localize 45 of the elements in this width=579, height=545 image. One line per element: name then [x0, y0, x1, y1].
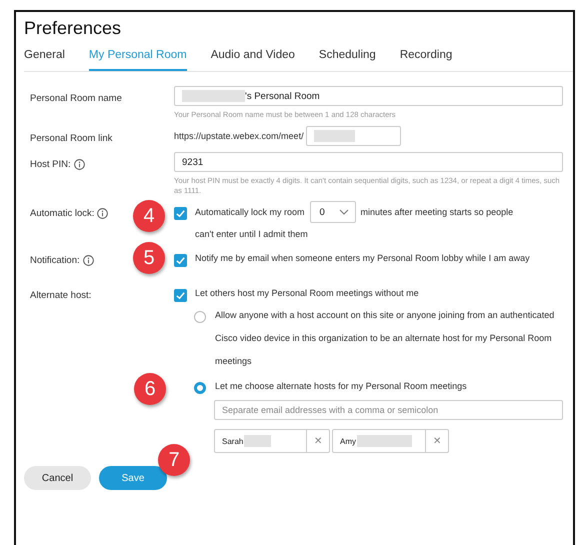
- cancel-button[interactable]: Cancel: [24, 466, 91, 490]
- field-label: Host PIN:: [30, 159, 71, 170]
- option-text: Allow anyone with a host account on this site or anyone joining from an authenticated Cisco video device in this organization to be an alternate host for my Personal Room meetings: [215, 309, 556, 368]
- window-title: Preferences: [23, 17, 122, 39]
- step-badge: 5: [133, 242, 165, 274]
- link-prefix: https://upstate.webex.com/meet/: [174, 131, 304, 142]
- info-icon[interactable]: [97, 208, 108, 220]
- tab[interactable]: General: [24, 47, 65, 71]
- name-field[interactable]: 's Personal Room: [174, 86, 563, 106]
- step-badge: 6: [134, 373, 166, 406]
- field-label: Personal Room link: [30, 132, 114, 146]
- link-field[interactable]: [306, 126, 401, 146]
- minutes-dropdown[interactable]: 0: [310, 201, 356, 224]
- option-text: Automatically lock my room: [195, 207, 305, 218]
- step-badge: 7: [158, 444, 190, 476]
- option-text: minutes after meeting starts so people: [360, 207, 514, 218]
- info-icon[interactable]: [74, 159, 85, 170]
- field-label: Personal Room name: [30, 92, 123, 106]
- host-name: Sarah: [222, 436, 244, 446]
- tab[interactable]: Audio and Video: [210, 47, 295, 71]
- redaction-block: [244, 435, 272, 448]
- checkbox[interactable]: [174, 254, 187, 268]
- option-text: Let others host my Personal Room meetings without me: [195, 288, 419, 298]
- checkbox[interactable]: [174, 207, 187, 220]
- pin-field[interactable]: 9231: [174, 152, 563, 172]
- tab[interactable]: Recording: [400, 47, 452, 71]
- field-value: 's Personal Room: [245, 90, 320, 102]
- field-label: Alternate host:: [30, 290, 92, 302]
- step-badge: 4: [133, 200, 165, 232]
- info-icon[interactable]: [82, 255, 94, 266]
- radio-button[interactable]: [194, 311, 206, 324]
- email-field[interactable]: Separate email addresses with a comma or semicolon: [214, 400, 563, 420]
- option-text: Let me choose alternate hosts for my Personal Room meetings: [215, 380, 467, 394]
- chevron-down-icon: [338, 209, 349, 216]
- radio-button[interactable]: [194, 382, 206, 394]
- checkbox[interactable]: [174, 289, 187, 302]
- remove-button[interactable]: ✕: [306, 430, 329, 452]
- option-text: can't enter until I admit them: [195, 229, 308, 240]
- redaction-block: [357, 435, 412, 448]
- host-name: Amy: [340, 436, 356, 446]
- field-label: Automatic lock:: [30, 208, 94, 220]
- tab[interactable]: Scheduling: [318, 47, 376, 71]
- remove-button[interactable]: ✕: [425, 430, 448, 452]
- field-label: Notification:: [30, 255, 80, 266]
- option-text: Notify me by email when someone enters my Personal Room lobby while I am away: [195, 253, 530, 264]
